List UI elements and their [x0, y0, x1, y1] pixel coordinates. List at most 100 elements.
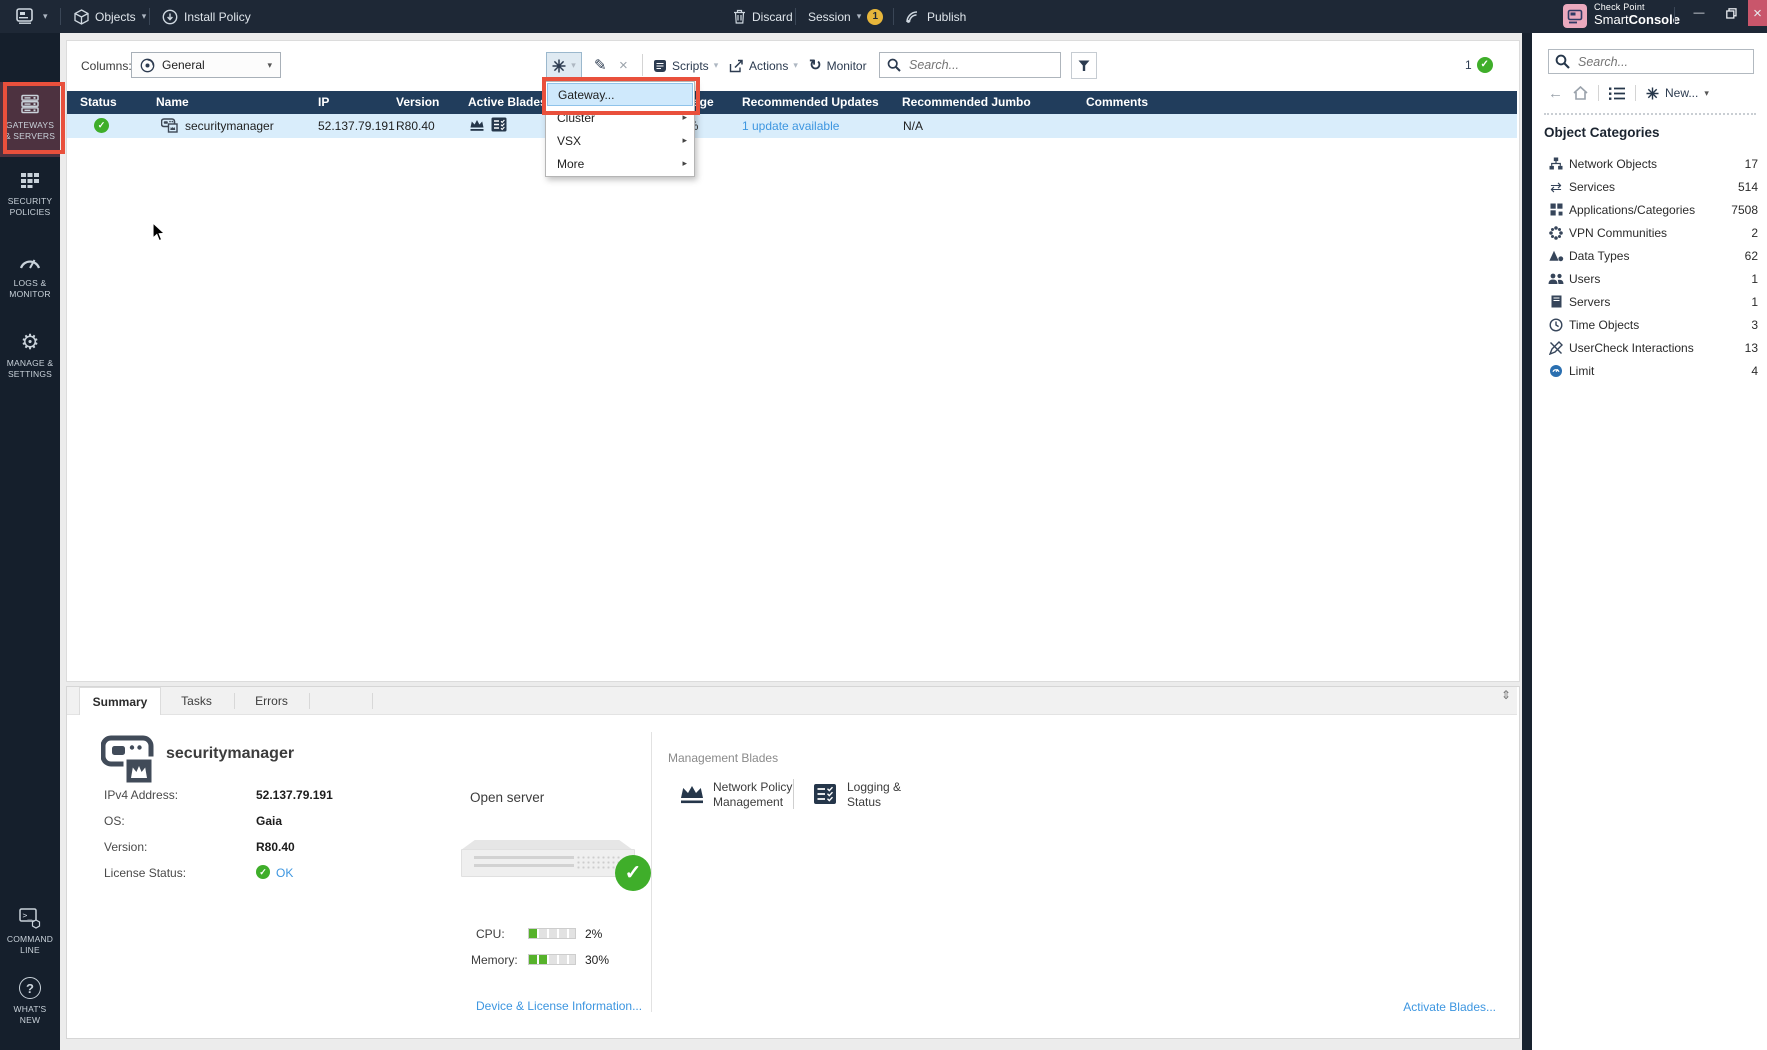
- svg-text:>_: >_: [23, 911, 33, 920]
- sidebar-item-command-line[interactable]: >_ COMMANDLINE: [0, 901, 60, 966]
- field-label: Version:: [104, 840, 147, 854]
- menu-item-vsx[interactable]: VSX ▸: [547, 129, 693, 152]
- vpn-communities-icon: [1549, 226, 1563, 240]
- memory-label: Memory:: [471, 953, 518, 967]
- restore-icon: [1726, 8, 1737, 19]
- monitor-button[interactable]: ↻ Monitor: [809, 52, 867, 79]
- table-row[interactable]: ✓ securitymanager 52.137.79.191 R80.40: [67, 114, 1517, 138]
- objects-search[interactable]: [1548, 49, 1754, 74]
- delete-icon[interactable]: ×: [619, 52, 628, 79]
- category-servers[interactable]: Servers 1: [1546, 290, 1758, 313]
- list-view-icon[interactable]: [1609, 87, 1625, 100]
- submenu-arrow-icon: ▸: [682, 136, 687, 145]
- category-applications[interactable]: Applications/Categories 7508: [1546, 198, 1758, 221]
- columns-profile-value: General: [162, 58, 205, 72]
- category-data-types[interactable]: Data Types 62: [1546, 244, 1758, 267]
- home-icon[interactable]: [1573, 86, 1588, 100]
- field-label: IPv4 Address:: [104, 788, 178, 802]
- search-icon: [887, 58, 901, 72]
- search-icon: [1555, 54, 1570, 69]
- blade-logging-label: Logging &Status: [847, 780, 901, 810]
- servers-icon: [1551, 295, 1562, 308]
- table-search-input[interactable]: [907, 57, 1041, 73]
- divider: [893, 8, 894, 25]
- objects-panel: ← New... ▾ Object Categories: [1522, 33, 1767, 1050]
- cpu-value: 2%: [585, 927, 602, 941]
- gear-icon: ⚙: [0, 330, 60, 354]
- category-network-objects[interactable]: Network Objects 17: [1546, 152, 1758, 175]
- publish-icon: [905, 9, 921, 24]
- tab-errors[interactable]: Errors: [234, 687, 309, 714]
- blade-logging-icon-large: [813, 783, 837, 805]
- session-menu-button[interactable]: Session ▾ 1: [808, 0, 883, 33]
- divider: [1674, 7, 1675, 24]
- app-window-icon: [16, 8, 37, 25]
- scripts-label: Scripts: [672, 59, 709, 73]
- monitor-label: Monitor: [827, 59, 867, 73]
- objects-menu-button[interactable]: Objects ▾: [74, 0, 146, 33]
- category-usercheck[interactable]: UserCheck Interactions 13: [1546, 336, 1758, 359]
- actions-button[interactable]: Actions ▾: [729, 52, 798, 79]
- app-menu-button[interactable]: ▾: [16, 0, 48, 33]
- discard-label: Discard: [752, 10, 793, 24]
- sidebar-item-logs-monitor[interactable]: LOGS &MONITOR: [0, 245, 60, 310]
- install-policy-button[interactable]: Install Policy: [162, 0, 251, 33]
- sidebar-item-security-policies[interactable]: SECURITYPOLICIES: [0, 163, 60, 228]
- device-license-link[interactable]: Device & License Information...: [476, 999, 642, 1013]
- category-time-objects[interactable]: Time Objects 3: [1546, 313, 1758, 336]
- activate-blades-link[interactable]: Activate Blades...: [1403, 1000, 1496, 1014]
- chevron-down-icon: ▾: [857, 12, 862, 21]
- tab-summary[interactable]: Summary: [79, 687, 161, 715]
- data-types-icon: [1549, 250, 1564, 262]
- objects-search-input[interactable]: [1576, 54, 1740, 70]
- divider: [793, 779, 794, 809]
- columns-profile-dropdown[interactable]: General ▾: [131, 52, 281, 78]
- status-ok-icon: ✓: [94, 118, 109, 133]
- category-limit[interactable]: Limit 4: [1546, 359, 1758, 382]
- objects-label: Objects: [95, 10, 136, 24]
- close-button[interactable]: ×: [1748, 0, 1767, 26]
- menu-item-more[interactable]: More ▸: [547, 152, 693, 175]
- gateway-device-icon-large: [101, 734, 159, 786]
- whats-new-icon: ?: [0, 976, 60, 1000]
- col-name: Name: [156, 95, 189, 109]
- changes-check-icon: ✓: [1477, 57, 1493, 73]
- minimize-button[interactable]: —: [1686, 0, 1712, 26]
- divider: [309, 693, 310, 709]
- sidebar-item-manage-settings[interactable]: ⚙ MANAGE &SETTINGS: [0, 325, 60, 390]
- table-header[interactable]: Status Name IP Version Active Blades CPU…: [67, 91, 1517, 114]
- services-icon: ⇄: [1546, 180, 1566, 194]
- category-users[interactable]: Users 1: [1546, 267, 1758, 290]
- category-vpn-communities[interactable]: VPN Communities 2: [1546, 221, 1758, 244]
- category-services[interactable]: ⇄ Services 514: [1546, 175, 1758, 198]
- server-ok-icon: ✓: [615, 855, 651, 891]
- license-status-value: OK: [276, 866, 293, 880]
- sidebar-item-whats-new[interactable]: ? WHAT'SNEW: [0, 971, 60, 1036]
- memory-value: 30%: [585, 953, 609, 967]
- new-button[interactable]: New...: [1665, 86, 1698, 100]
- trash-icon: [733, 9, 746, 24]
- gateway-device-icon: [161, 118, 178, 133]
- filter-button[interactable]: [1071, 52, 1097, 79]
- new-object-button[interactable]: ▾: [546, 52, 582, 79]
- discard-button[interactable]: Discard: [733, 0, 793, 33]
- col-comments: Comments: [1086, 95, 1148, 109]
- install-policy-label: Install Policy: [184, 10, 251, 24]
- splitter-icon[interactable]: ⇕: [1501, 689, 1511, 701]
- row-updates-link[interactable]: 1 update available: [742, 119, 839, 133]
- new-star-icon: [1646, 87, 1659, 100]
- scripts-button[interactable]: Scripts ▾: [653, 52, 718, 79]
- chevron-down-icon: ▾: [714, 61, 719, 70]
- chevron-down-icon: ▾: [793, 61, 798, 70]
- publish-button[interactable]: Publish: [905, 0, 966, 33]
- server-type-label: Open server: [470, 790, 544, 805]
- checkpoint-logo: [1563, 4, 1587, 28]
- edit-pencil-icon[interactable]: ✎: [594, 52, 607, 79]
- back-arrow-icon[interactable]: ←: [1548, 86, 1563, 101]
- tab-tasks[interactable]: Tasks: [159, 687, 234, 714]
- maximize-button[interactable]: [1718, 0, 1744, 26]
- chevron-down-icon: ▾: [1704, 89, 1709, 98]
- table-search[interactable]: [879, 52, 1061, 78]
- changes-indicator: 1 ✓: [1465, 57, 1493, 73]
- session-label: Session: [808, 10, 851, 24]
